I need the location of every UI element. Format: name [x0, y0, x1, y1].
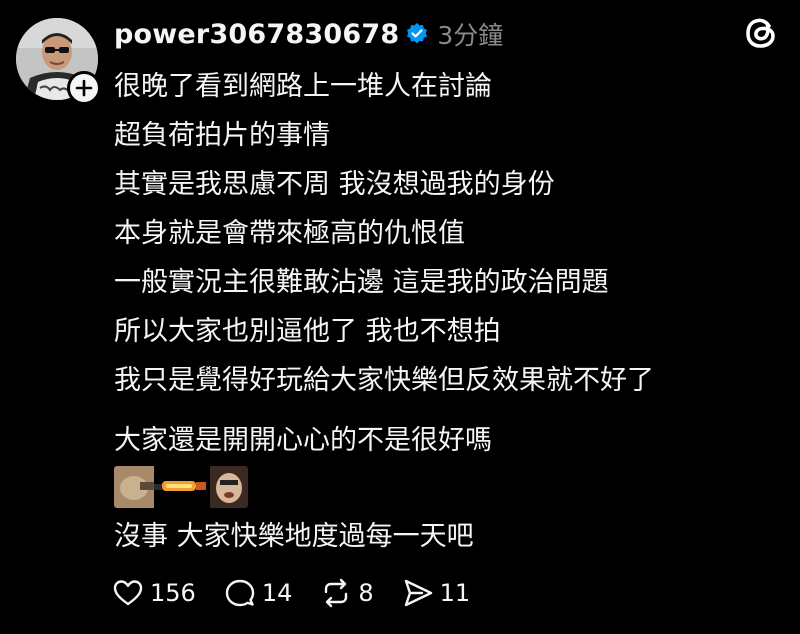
- threads-logo-icon[interactable]: [742, 14, 780, 52]
- heart-icon: [113, 580, 143, 606]
- post-timestamp: 3分鐘: [437, 21, 504, 50]
- post-line: 很晚了看到網路上一堆人在討論: [114, 71, 492, 102]
- repost-button[interactable]: 8: [320, 577, 374, 609]
- verified-badge-icon: [405, 22, 429, 46]
- post-line: 超負荷拍片的事情: [114, 120, 330, 151]
- comment-button[interactable]: 14: [224, 577, 293, 609]
- follow-plus-button[interactable]: [67, 71, 101, 105]
- post-actions: 156 14 8 11: [112, 574, 498, 612]
- share-count: 11: [439, 579, 471, 607]
- username[interactable]: power3067830678: [114, 19, 399, 50]
- post-line: 本身就是會帶來極高的仇恨值: [114, 218, 465, 249]
- share-button[interactable]: 11: [402, 577, 471, 609]
- attached-gif-image[interactable]: [114, 466, 248, 508]
- post-line: 大家還是開開心心的不是很好嗎: [114, 425, 492, 456]
- repost-icon: [325, 578, 348, 608]
- post-line: 所以大家也別逼他了 我也不想拍: [114, 316, 501, 347]
- post-line: 其實是我思慮不周 我沒想過我的身份: [114, 169, 555, 200]
- post-header: power3067830678 3分鐘: [114, 14, 503, 54]
- post-line: 一般實況主很難敢沾邊 這是我的政治問題: [114, 267, 609, 298]
- comment-count: 14: [261, 579, 293, 607]
- post-body: 很晚了看到網路上一堆人在討論 超負荷拍片的事情 其實是我思慮不周 我沒想過我的身…: [114, 62, 784, 405]
- post-line: 我只是覺得好玩給大家快樂但反效果就不好了: [114, 365, 654, 396]
- plus-icon: [75, 79, 93, 97]
- like-count: 156: [150, 579, 196, 607]
- repost-count: 8: [358, 579, 374, 607]
- like-button[interactable]: 156: [112, 577, 196, 609]
- post-line: 沒事 大家快樂地度過每一天吧: [114, 521, 474, 552]
- comment-bubble-icon: [225, 579, 255, 607]
- send-icon: [404, 579, 432, 607]
